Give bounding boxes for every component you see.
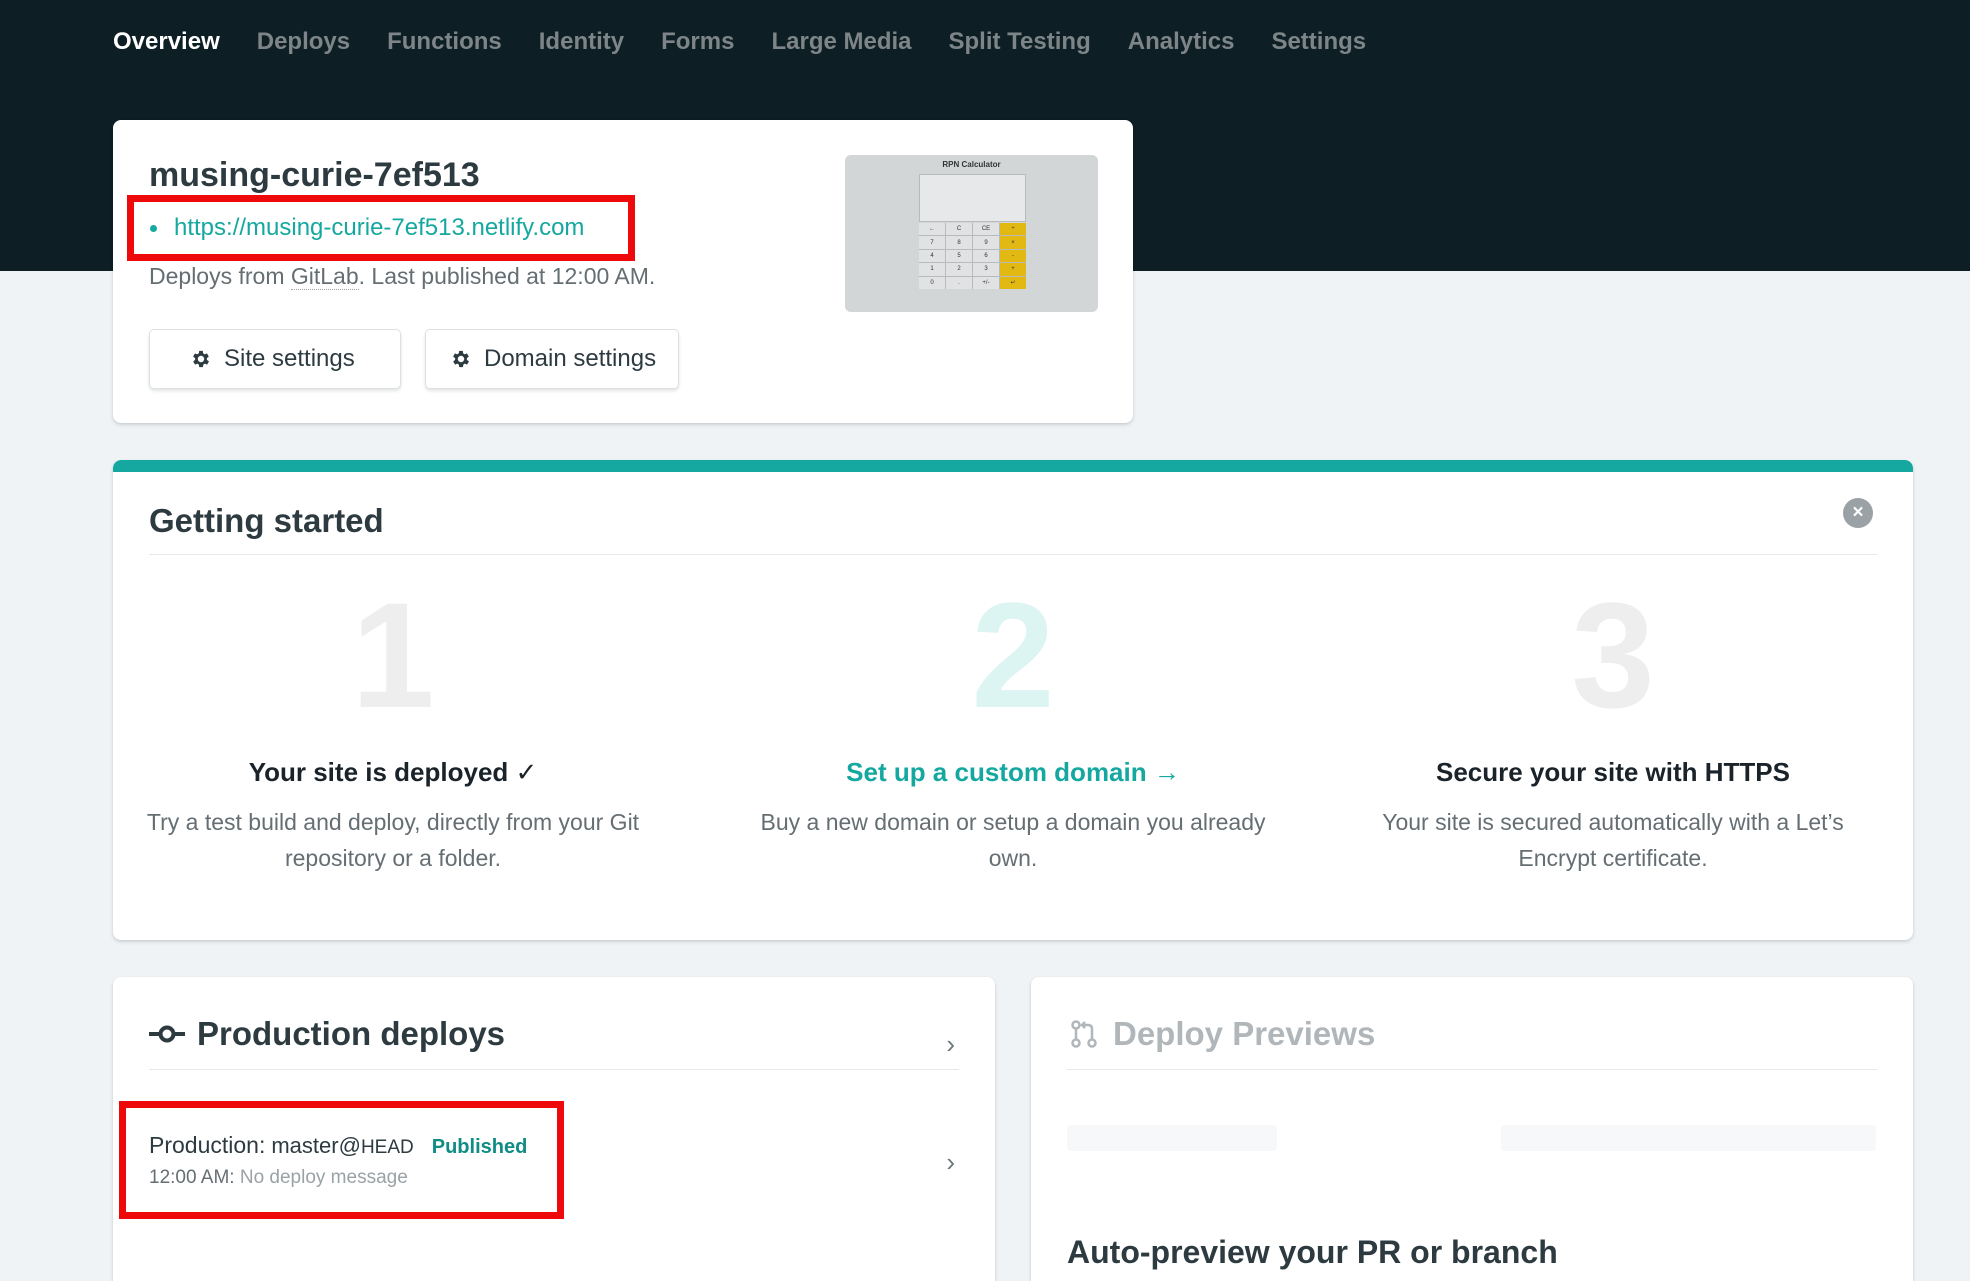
site-nav: Overview Deploys Functions Identity Form… <box>113 22 1403 62</box>
site-url-link[interactable]: https://musing-curie-7ef513.netlify.com <box>174 214 584 242</box>
step-number: 1 <box>351 571 435 739</box>
gear-icon <box>453 350 469 368</box>
chevron-right-icon[interactable]: › <box>946 1029 955 1060</box>
deploy-details: 12:00 AM: No deploy message <box>149 1167 557 1189</box>
placeholder-bar <box>1501 1125 1876 1151</box>
tab-deploys[interactable]: Deploys <box>257 28 350 56</box>
step-description: Try a test build and deploy, directly fr… <box>146 809 640 871</box>
tab-identity[interactable]: Identity <box>539 28 624 56</box>
git-provider-link[interactable]: GitLab <box>290 263 359 290</box>
meta-suffix: . Last published at 12:00 AM. <box>358 263 656 289</box>
tab-functions[interactable]: Functions <box>387 28 502 56</box>
production-deploys-title: Production deploys <box>197 1015 506 1052</box>
step-custom-domain: 2 Set up a custom domain → Buy a new dom… <box>733 580 1293 876</box>
tab-analytics[interactable]: Analytics <box>1128 28 1235 56</box>
thumbnail-calc-keys: ← C CE ÷ 7 8 9 × 456- 1 2 3 + 0. +/- ↵ <box>919 223 1026 289</box>
tab-overview[interactable]: Overview <box>113 28 220 56</box>
step-https: 3 Secure your site with HTTPS Your site … <box>1333 580 1893 876</box>
step-description: Buy a new domain or setup a domain you a… <box>760 809 1266 871</box>
step-number: 3 <box>1571 571 1655 739</box>
site-settings-label: Site settings <box>224 345 355 372</box>
status-dot-icon <box>150 224 157 232</box>
divider <box>149 1069 959 1070</box>
thumbnail-title: RPN Calculator <box>942 160 1001 169</box>
site-settings-button[interactable]: Site settings <box>149 329 401 389</box>
divider <box>149 554 1877 555</box>
site-screenshot-thumbnail[interactable]: RPN Calculator ← C CE ÷ 7 8 9 × 456- 1 2 3 + 0. +/… <box>845 155 1098 312</box>
domain-settings-button[interactable]: Domain settings <box>425 329 679 389</box>
accent-bar <box>113 460 1913 472</box>
site-name: musing-curie-7ef513 <box>149 156 480 194</box>
placeholder-bar <box>1067 1125 1277 1151</box>
getting-started-card: Getting started × 1 Your site is deploye… <box>113 460 1913 940</box>
meta-prefix: Deploys from <box>149 263 291 289</box>
site-deploy-meta: Deploys from GitLab. Last published at 1… <box>149 263 655 290</box>
step-description: Your site is secured automatically with … <box>1382 809 1844 871</box>
divider <box>1067 1069 1877 1070</box>
auto-preview-heading: Auto-preview your PR or branch <box>1067 1234 1558 1270</box>
deploy-context: Production: <box>149 1132 266 1158</box>
deploy-commit: HEAD <box>360 1137 414 1158</box>
deploy-previews-title: Deploy Previews <box>1113 1015 1376 1052</box>
gear-icon <box>193 350 209 368</box>
deploy-summary: Production: master@HEAD Published <box>149 1132 557 1159</box>
step-title: Your site is deployed ✓ <box>248 757 538 787</box>
step-deployed: 1 Your site is deployed ✓ Try a test bui… <box>113 580 673 876</box>
deploy-list-item[interactable]: Production: master@HEAD Published 12:00 … <box>119 1101 564 1219</box>
domain-settings-label: Domain settings <box>484 345 657 372</box>
site-card: musing-curie-7ef513 https://musing-curie… <box>113 120 1133 423</box>
step-number: 2 <box>971 571 1055 739</box>
getting-started-title: Getting started <box>149 502 384 539</box>
thumbnail-calc-display <box>919 174 1026 222</box>
status-badge: Published <box>431 1136 528 1158</box>
deploy-message: No deploy message <box>239 1167 408 1188</box>
tab-split-testing[interactable]: Split Testing <box>949 28 1091 56</box>
site-url-highlight: https://musing-curie-7ef513.netlify.com <box>127 195 635 261</box>
production-deploys-header[interactable]: Production deploys <box>149 1015 505 1053</box>
tab-settings[interactable]: Settings <box>1271 28 1366 56</box>
tab-forms[interactable]: Forms <box>661 28 734 56</box>
deploy-branch: master@ <box>271 1133 361 1158</box>
tab-large-media[interactable]: Large Media <box>771 28 911 56</box>
deploy-previews-card: Deploy Previews Auto-preview your PR or … <box>1031 977 1913 1281</box>
pull-request-icon <box>1071 1020 1097 1048</box>
deploy-previews-header: Deploy Previews <box>1069 1015 1375 1053</box>
chevron-right-icon[interactable]: › <box>946 1147 955 1178</box>
step-title: Secure your site with HTTPS <box>1436 757 1790 787</box>
production-deploys-card: Production deploys › Production: master@… <box>113 977 995 1281</box>
commit-icon <box>149 1025 185 1043</box>
deploy-ref: master@HEAD <box>271 1133 413 1159</box>
deploy-time: 12:00 AM: <box>149 1167 235 1188</box>
close-icon[interactable]: × <box>1843 498 1873 528</box>
custom-domain-link[interactable]: Set up a custom domain → <box>733 757 1293 788</box>
